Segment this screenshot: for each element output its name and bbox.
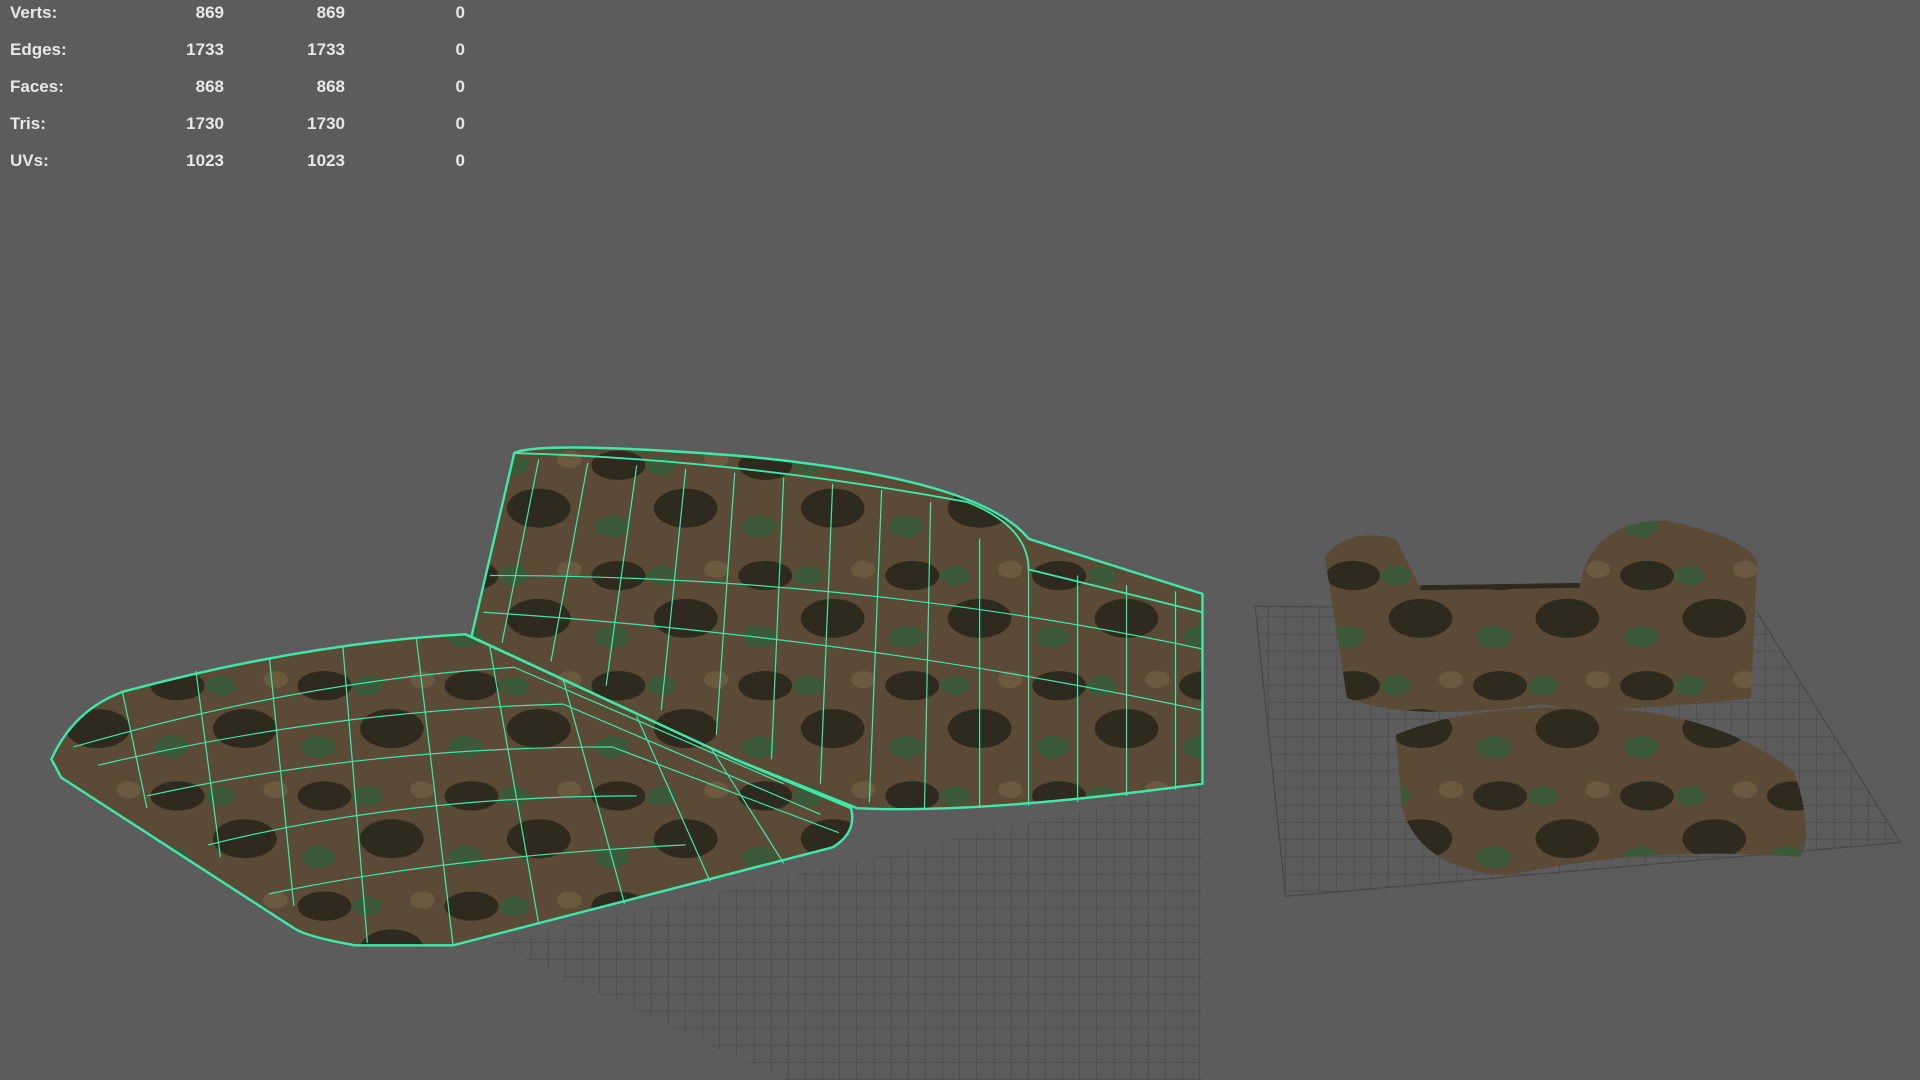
hud-value: 1023: [307, 151, 345, 170]
hud-row-tris: Tris: 1730 1730 0: [0, 114, 480, 134]
hud-value: 0: [455, 114, 465, 133]
hud-value: 1023: [186, 151, 224, 170]
hud-value: 1733: [307, 40, 345, 59]
hud-value: 0: [455, 40, 465, 59]
hud-value: 869: [316, 3, 345, 22]
hud-row-verts: Verts: 869 869 0: [0, 3, 480, 23]
hud-label: UVs:: [10, 151, 49, 170]
hud-row-uvs: UVs: 1023 1023 0: [0, 151, 480, 171]
hud-value: 1733: [186, 40, 224, 59]
hud-label: Faces:: [10, 77, 64, 96]
hud-row-edges: Edges: 1733 1733 0: [0, 40, 480, 60]
hud-value: 868: [316, 77, 345, 96]
hud-label: Verts:: [10, 3, 58, 22]
hud-label: Edges:: [10, 40, 67, 59]
hud-value: 0: [455, 3, 465, 22]
hud-value: 1730: [186, 114, 224, 133]
hud-value: 868: [195, 77, 224, 96]
hud-label: Tris:: [10, 114, 46, 133]
hud-row-faces: Faces: 868 868 0: [0, 77, 480, 97]
hud-value: 0: [455, 151, 465, 170]
hud-value: 0: [455, 77, 465, 96]
hud-value: 869: [195, 3, 224, 22]
hud-value: 1730: [307, 114, 345, 133]
